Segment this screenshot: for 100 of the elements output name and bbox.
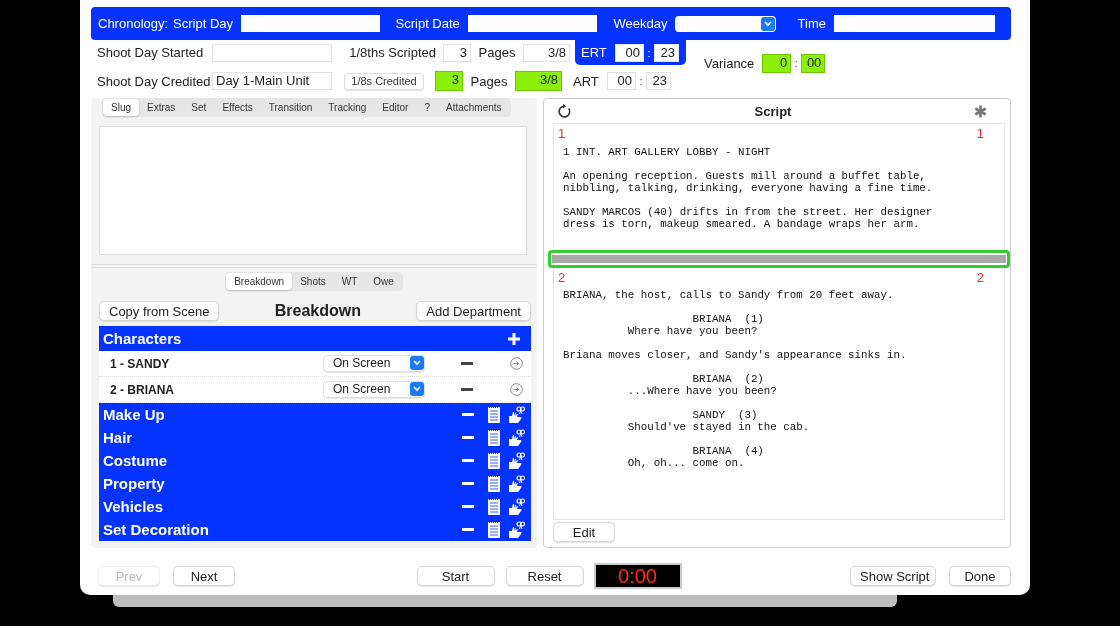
next-button[interactable]: Next [173, 566, 235, 586]
field-label: Shoot Day Credited [96, 73, 212, 89]
asterisk-icon[interactable] [974, 104, 987, 118]
notepad-icon[interactable] [487, 451, 501, 470]
field-label: Pages [469, 73, 509, 89]
timer-display: 0:00 [593, 563, 682, 589]
input-field[interactable] [212, 43, 332, 62]
weekday-dropdown[interactable] [675, 15, 776, 32]
status-dropdown[interactable]: On Screen [323, 355, 425, 372]
number-field[interactable]: 3/8 [515, 71, 562, 91]
hand-icon[interactable] [507, 520, 525, 539]
hand-icon[interactable] [507, 451, 525, 470]
department-name: Hair [103, 429, 134, 446]
reset-button[interactable]: Reset [505, 566, 584, 586]
department-name: Make Up [103, 406, 166, 423]
dialogue-line: Should've stayed in the cab. [626, 421, 811, 433]
tab[interactable]: Slug [103, 99, 139, 116]
tab[interactable]: Extras [139, 99, 184, 116]
number-field[interactable]: 3 [443, 43, 471, 62]
breakdown-title: Breakdown [274, 302, 361, 320]
tab[interactable]: WT [333, 273, 366, 290]
separator: : [646, 46, 652, 59]
hours-field[interactable]: 00 [615, 43, 644, 62]
hand-icon[interactable] [507, 428, 525, 447]
input-field[interactable] [467, 15, 598, 32]
chevron-icon [760, 16, 775, 31]
minutes-field[interactable]: 00 [801, 53, 826, 73]
tab[interactable]: Tracking [320, 99, 375, 116]
tab[interactable]: ? [416, 99, 438, 116]
hours-field[interactable]: 00 [607, 72, 636, 90]
page-break[interactable] [548, 250, 1010, 268]
arrow-circle-icon[interactable] [510, 357, 523, 370]
tab[interactable]: Shots [292, 273, 334, 290]
page-number: 1 [558, 126, 566, 141]
character-cue: BRIANA (4) [691, 445, 765, 457]
hand-icon[interactable] [507, 405, 525, 424]
department-row[interactable]: Make Up [99, 403, 531, 426]
department-name: Property [103, 475, 166, 492]
field-label: Time [797, 16, 826, 31]
tab[interactable]: Set [183, 99, 215, 116]
character-name: 2 - BRIANA [110, 382, 175, 397]
start-button[interactable]: Start [416, 566, 495, 586]
separator: : [793, 57, 799, 69]
tab[interactable]: Editor [374, 99, 417, 116]
minutes-field[interactable]: 23 [646, 72, 671, 90]
separator: : [638, 75, 644, 87]
page-number: 2 [558, 270, 566, 285]
character-row[interactable]: 2 - BRIANA On Screen [99, 377, 531, 403]
show-script-button[interactable]: Show Script [850, 566, 936, 586]
character-cue: SANDY (3) [691, 409, 759, 421]
status-dropdown[interactable]: On Screen [323, 381, 425, 398]
number-field[interactable]: 3 [435, 71, 463, 91]
notepad-icon[interactable] [487, 428, 501, 447]
minutes-field[interactable]: 23 [654, 43, 679, 62]
department-row[interactable]: Hair [99, 426, 531, 449]
field-label: Pages [477, 45, 517, 60]
arrow-circle-icon[interactable] [510, 383, 523, 396]
department-row[interactable]: Costume [99, 449, 531, 472]
variance-label: Variance [704, 55, 755, 71]
notepad-icon[interactable] [487, 474, 501, 493]
add-department-button[interactable]: Add Department [416, 301, 531, 321]
dialogue-line: Where have you been? [626, 325, 759, 337]
character-name: 1 - SANDY [110, 356, 171, 371]
refresh-icon[interactable] [557, 103, 572, 119]
number-field[interactable]: 3/8 [523, 43, 570, 62]
tab[interactable]: Attachments [438, 99, 510, 116]
notepad-icon[interactable] [487, 405, 501, 424]
tab[interactable]: Transition [260, 99, 321, 116]
hand-icon[interactable] [507, 497, 525, 516]
hand-icon[interactable] [507, 474, 525, 493]
department-row[interactable]: Property [99, 472, 531, 495]
scene-heading: 1 INT. ART GALLERY LOBBY - NIGHT [562, 146, 772, 158]
character-cue: BRIANA (2) [691, 373, 765, 385]
field-label: Script Day [173, 16, 234, 31]
notepad-icon[interactable] [487, 497, 501, 516]
field-label: Shoot Day Started [96, 45, 205, 60]
field-label: Script Date [395, 16, 460, 31]
plus-icon[interactable] [507, 331, 521, 346]
hours-field[interactable]: 0 [762, 53, 792, 73]
department-row[interactable]: Vehicles [99, 495, 531, 518]
dialogue-line: ...Where have you been? [626, 385, 778, 397]
done-button[interactable]: Done [949, 566, 1011, 586]
notepad-icon[interactable] [487, 520, 501, 539]
character-row[interactable]: 1 - SANDY On Screen [99, 351, 531, 377]
tab[interactable]: Effects [214, 99, 261, 116]
action-text: BRIANA, the host, calls to Sandy from 20 feet away. [562, 289, 895, 301]
tab[interactable]: Breakdown [226, 273, 293, 290]
department-name: Set Decoration [103, 521, 210, 538]
tab[interactable]: Owe [365, 273, 402, 290]
input-field[interactable] [241, 15, 380, 32]
input-field[interactable]: Day 1-Main Unit [212, 72, 332, 90]
field-label: ART [573, 73, 600, 89]
script-title: Script [753, 103, 793, 119]
chevron-icon [410, 382, 424, 396]
edit-button[interactable]: Edit [553, 522, 615, 542]
credited-button[interactable]: 1/8s Credited [344, 72, 424, 90]
input-field[interactable] [834, 15, 995, 32]
department-row[interactable]: Set Decoration [99, 518, 531, 541]
department-name: Vehicles [103, 498, 165, 515]
copy-from-scene-button[interactable]: Copy from Scene [99, 301, 220, 321]
